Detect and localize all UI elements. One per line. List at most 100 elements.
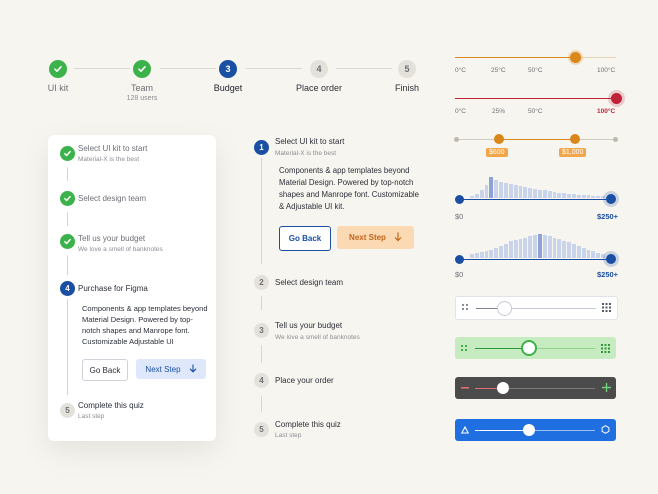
range-end-dot: [613, 137, 618, 142]
histogram-bar: [576, 246, 581, 258]
slider-thumb[interactable]: [521, 340, 537, 356]
step-title: Place your order: [275, 376, 334, 385]
histogram-bar: [474, 193, 479, 198]
step-number[interactable]: 5: [254, 422, 269, 437]
step-number[interactable]: 3: [254, 323, 269, 338]
tick-label: 0°C: [455, 108, 466, 115]
minus-icon[interactable]: [461, 387, 469, 389]
tick-label: 50°C: [528, 108, 543, 115]
tick-label: 100°C: [597, 108, 616, 115]
step-subtitle: Material-X is the best: [78, 156, 140, 163]
range-high-thumb[interactable]: [570, 134, 581, 144]
step-team-check-icon[interactable]: [133, 60, 151, 78]
step-sublabel: 128 users: [126, 95, 158, 102]
step-number[interactable]: 4: [60, 281, 75, 296]
histogram-bar: [576, 194, 581, 198]
histogram-bar: [518, 185, 523, 198]
tick-label: 0°C: [455, 67, 466, 74]
next-step-label: Next Step: [349, 233, 386, 242]
step-title: Select UI kit to start: [275, 137, 345, 146]
histogram-bar: [572, 194, 576, 198]
grid-large-icon[interactable]: [601, 344, 610, 353]
stepper-connector: [74, 68, 130, 69]
step-title: Purchase for Figma: [78, 284, 148, 293]
step-connector: [67, 255, 68, 275]
density-slider[interactable]: [455, 337, 616, 359]
histogram-bar: [581, 247, 586, 258]
histogram-bar: [557, 192, 562, 198]
slider-thumb[interactable]: [570, 52, 582, 63]
histogram-bar: [557, 238, 562, 258]
triangle-icon[interactable]: [461, 426, 469, 434]
step-ui-kit-check-icon[interactable]: [49, 60, 67, 78]
step-number[interactable]: 4: [254, 373, 269, 388]
check-icon[interactable]: [60, 234, 75, 249]
go-back-button[interactable]: Go Back: [279, 226, 331, 251]
step-subtitle: Last step: [275, 432, 302, 439]
slider-thumb[interactable]: [610, 93, 622, 104]
check-icon[interactable]: [60, 191, 75, 206]
step-place-order-number[interactable]: 4: [310, 60, 328, 78]
stepper-connector: [336, 68, 392, 69]
step-title: Select UI kit to start: [78, 144, 148, 153]
density-slider[interactable]: [455, 296, 618, 320]
range-low-thumb[interactable]: [455, 255, 464, 264]
histogram-bar: [484, 184, 489, 198]
step-title: Complete this quiz: [275, 420, 341, 429]
arrow-down-icon: [394, 232, 402, 244]
slider-thumb[interactable]: [496, 382, 509, 394]
histogram-bar: [528, 236, 533, 258]
histogram-bar: [591, 251, 596, 258]
range-end-dot: [454, 137, 459, 142]
step-number[interactable]: 1: [254, 140, 269, 155]
histogram-bar: [489, 249, 494, 258]
range-high-thumb[interactable]: [606, 194, 616, 204]
range-low-thumb[interactable]: [455, 195, 464, 204]
stepper-connector: [160, 68, 216, 69]
step-finish-number[interactable]: 5: [398, 60, 416, 78]
volume-slider[interactable]: [455, 377, 616, 399]
histogram-bar: [518, 238, 523, 258]
histogram-bar: [547, 191, 552, 198]
shape-slider[interactable]: [455, 419, 616, 441]
step-label: Budget: [213, 83, 243, 93]
range-min-label: $0: [455, 270, 464, 279]
grid-small-icon[interactable]: [461, 345, 468, 352]
next-step-button[interactable]: Next Step: [337, 226, 414, 249]
hexagon-icon[interactable]: [601, 425, 610, 434]
next-step-button[interactable]: Next Step: [136, 359, 206, 379]
histogram-bar: [528, 188, 533, 198]
grid-small-icon[interactable]: [462, 304, 469, 311]
step-subtitle: We love a smell of banknotes: [275, 334, 360, 341]
slider-track: [455, 98, 616, 99]
step-title: Tell us your budget: [78, 234, 146, 243]
range-low-value: $600: [486, 148, 508, 157]
step-subtitle: Material-X is the best: [275, 150, 337, 157]
step-number[interactable]: 2: [254, 275, 269, 290]
step-subtitle: We love a smell of banknotes: [78, 246, 163, 253]
histogram-bar: [499, 246, 503, 258]
histogram-bar: [538, 189, 542, 198]
step-budget-number[interactable]: 3: [219, 60, 237, 78]
range-high-thumb[interactable]: [606, 254, 616, 264]
step-connector: [67, 299, 68, 395]
step-connector: [67, 167, 68, 181]
histogram-bar: [572, 244, 576, 258]
slider-thumb[interactable]: [497, 301, 513, 316]
step-number[interactable]: 5: [60, 403, 75, 418]
grid-large-icon[interactable]: [602, 303, 611, 312]
step-description: Components & app templates beyond Materi…: [82, 304, 208, 346]
histogram-bar: [552, 237, 557, 258]
histogram-bar: [504, 182, 508, 198]
histogram-bar: [494, 180, 499, 198]
histogram-bar: [562, 240, 567, 258]
slider-fill: [475, 430, 529, 431]
step-connector: [261, 158, 262, 264]
go-back-button[interactable]: Go Back: [82, 359, 128, 381]
slider-thumb[interactable]: [523, 424, 535, 436]
range-low-thumb[interactable]: [493, 134, 504, 144]
histogram-bar: [513, 184, 518, 198]
histogram-bar: [474, 253, 479, 258]
check-icon[interactable]: [60, 146, 75, 161]
plus-icon[interactable]: [602, 383, 611, 392]
